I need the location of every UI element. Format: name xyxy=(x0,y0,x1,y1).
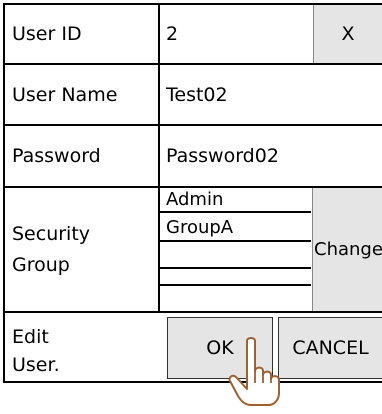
cancel-button[interactable]: CANCEL xyxy=(278,317,382,379)
user-name-label: User Name xyxy=(12,84,118,106)
hand-pointer-icon xyxy=(228,337,280,406)
password-value[interactable]: Password02 xyxy=(166,145,279,167)
security-group-list[interactable]: Admin GroupA xyxy=(160,188,312,311)
user-id-value[interactable]: 2 xyxy=(166,23,178,45)
row-divider xyxy=(3,311,382,313)
security-group-label-line2: Group xyxy=(12,254,70,276)
password-label: Password xyxy=(12,145,101,167)
group-item[interactable]: Admin xyxy=(166,190,223,210)
user-id-label: User ID xyxy=(12,23,82,45)
row-divider xyxy=(3,124,382,126)
change-button[interactable]: Change xyxy=(312,188,382,311)
close-button[interactable]: X xyxy=(313,5,382,63)
close-icon: X xyxy=(341,23,355,45)
cancel-button-label: CANCEL xyxy=(292,337,369,359)
group-item[interactable]: GroupA xyxy=(166,218,233,238)
edit-user-title-line2: User. xyxy=(12,354,60,376)
security-group-label-line1: Security xyxy=(12,223,91,245)
change-button-label: Change xyxy=(314,238,382,260)
edit-user-title-line1: Edit xyxy=(12,326,49,348)
user-name-value[interactable]: Test02 xyxy=(166,84,228,106)
row-divider xyxy=(3,63,382,65)
